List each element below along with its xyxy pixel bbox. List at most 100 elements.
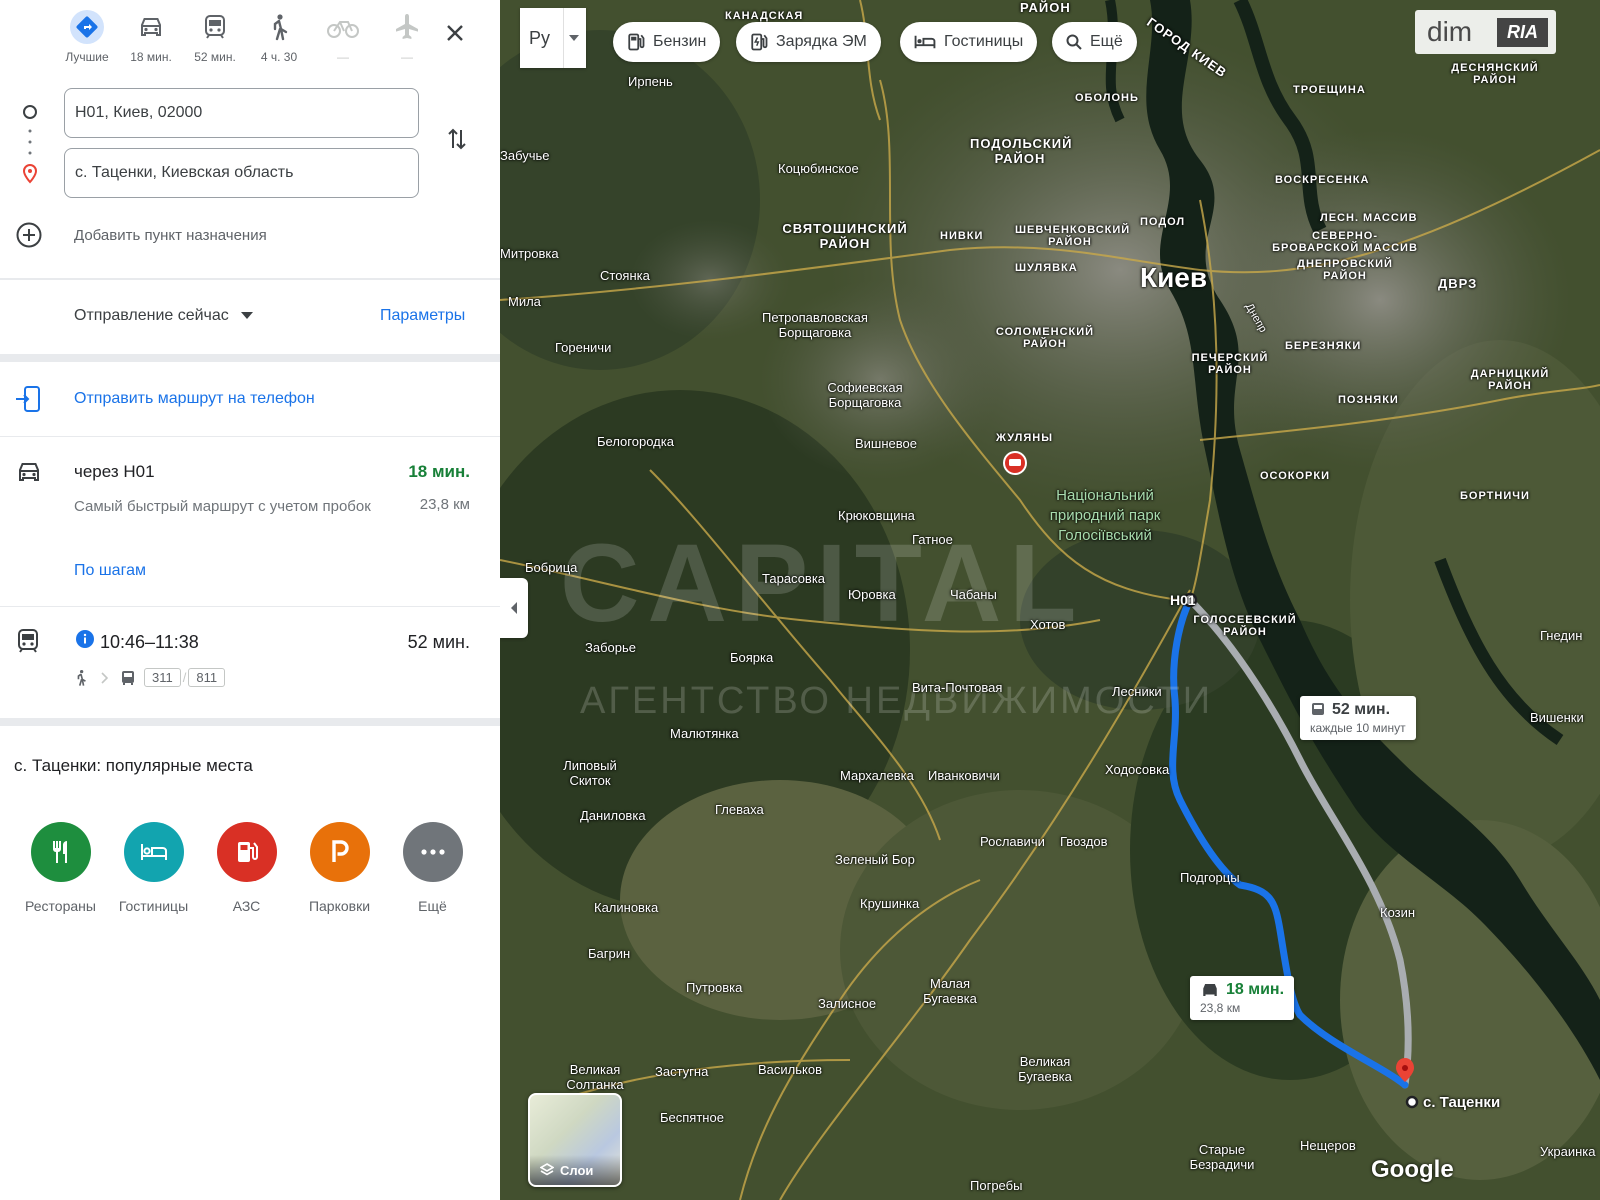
category-restaurants[interactable]: Рестораны [14,822,107,914]
chip-gas[interactable]: Бензин [613,22,721,62]
transit-route-duration: 52 мин. [407,632,470,652]
map-label: ОБОЛОНЬ [1075,92,1139,104]
chip-hotels[interactable]: Гостиницы [900,22,1038,62]
add-circle-icon [16,222,42,248]
chip-label: Бензин [653,33,707,50]
category-label: Парковки [308,898,371,914]
mode-best[interactable]: Лучшие [55,10,119,72]
layers-button[interactable]: Слои [528,1093,622,1187]
transit-route-callout[interactable]: 52 мин. каждые 10 минут [1300,696,1416,740]
map-label: Багрин [588,946,631,961]
map-label: Коцюбинское [778,161,859,176]
map-label: Крушинка [860,896,920,911]
chip-more[interactable]: Ещё [1052,22,1137,62]
transit-route-steps: 311 / 811 [74,668,226,687]
map-label: Мархалевка [840,768,914,783]
map-label: Ходосовка [1105,762,1170,777]
map-label: Беспятное [660,1110,724,1125]
divider [0,278,500,280]
map-label: РАЙОН [1020,0,1071,15]
map-label: Липовый Скиток [563,758,617,788]
map-label: Гнедин [1540,628,1583,643]
step-by-step-link[interactable]: По шагам [74,562,146,580]
walk-icon [77,669,86,686]
divider [0,436,500,437]
map-label: ГОЛОСЕЕВСКИЙ РАЙОН [1193,614,1297,638]
layers-label: Слои [560,1162,594,1178]
close-button[interactable] [440,18,470,48]
swap-button[interactable] [442,124,472,154]
send-to-phone-label: Отправить маршрут на телефон [74,390,315,407]
map-label: Тарасовка [762,571,826,586]
mode-car[interactable]: 18 мин. [119,10,183,72]
mode-walk[interactable]: 4 ч. 30 [247,10,311,72]
destination-map-label: с. Таценки [1423,1094,1501,1111]
car-route-option[interactable]: через Н01 18 мин. Самый быстрый маршрут … [0,438,500,606]
add-destination-label: Добавить пункт назначения [74,226,267,244]
map-label: Митровка [500,246,559,261]
add-destination-button[interactable]: Добавить пункт назначения [14,220,267,250]
category-hotels[interactable]: Гостиницы [107,822,200,914]
info-icon[interactable] [76,630,94,653]
map-label: Вишенки [1530,710,1584,725]
mode-bike[interactable]: — [311,10,375,72]
bus-icon [1312,703,1324,715]
map-label: ТРОЕЩИНА [1293,84,1366,96]
map-label: Великая Солтанка [566,1062,624,1092]
map-label: Залисное [818,996,877,1011]
map-label: Лесники [1112,684,1162,699]
ev-charging-icon [751,33,768,51]
map-label: СОЛОМЕНСКИЙ РАЙОН [995,326,1095,350]
category-parking[interactable]: Парковки [293,822,386,914]
map-label: Белогородка [597,434,674,449]
route-dots-icon [20,126,40,158]
layers-label-row: Слои [530,1155,620,1185]
close-icon [447,25,463,41]
transit-route-time-range: 10:46–11:38 [100,632,199,652]
mode-flight-label: — [401,50,413,64]
bike-icon [326,10,360,44]
gas-station-icon [216,822,277,882]
mode-flight[interactable]: — [375,10,439,72]
car-route-callout[interactable]: 18 мин. 23,8 км [1190,976,1295,1020]
map-label: Козин [1380,905,1416,920]
chip-ev-charging[interactable]: Зарядка ЭМ [736,22,881,62]
depart-label: Отправление сейчас [74,307,229,324]
divider [0,606,500,607]
logo-dim-text: dim [1427,16,1473,47]
map-label: Погребы [970,1178,1023,1193]
category-label: Рестораны [25,898,96,914]
language-selector[interactable]: Ру [520,8,586,68]
send-to-phone-button[interactable]: Отправить маршрут на телефон [14,384,315,414]
park-label: Національний природний парк Голосіївськи… [1049,487,1161,544]
map-label: Застугна [655,1064,709,1079]
train-icon [16,628,40,659]
chip-label: Зарядка ЭМ [776,33,867,50]
category-label: Гостиницы [118,898,189,914]
category-gas-stations[interactable]: АЗС [200,822,293,914]
options-link[interactable]: Параметры [380,307,465,325]
map-label: Бобрица [525,560,578,575]
popular-places-title: с. Таценки: популярные места [14,756,253,775]
origin-input[interactable]: Н01, Киев, 02000 [64,88,419,138]
map-label: СЕВЕРНО-БРОВАРСКОЙ МАССИВ [1272,230,1418,254]
car-callout-time: 18 мин. [1226,981,1285,998]
destination-input[interactable]: с. Таценки, Киевская область [64,148,419,198]
car-route-distance: 23,8 км [419,496,470,513]
mode-transit[interactable]: 52 мин. [183,10,247,72]
transit-route-option[interactable]: 10:46–11:38 52 мин. 311 / 811 [0,608,500,718]
map-label: ЛЕСН. МАССИВ [1320,212,1418,224]
dim-ria-logo: dim RIA [1415,10,1556,54]
walk-icon [262,10,296,44]
map-label: Малая Бугаевка [923,976,977,1006]
depart-time-dropdown[interactable]: Отправление сейчас [74,307,253,325]
category-more[interactable]: Ещё [386,822,479,914]
map-label: Юровка [848,587,896,602]
map-label: БОРТНИЧИ [1460,490,1530,502]
map-view[interactable]: CAPITAL АГЕНТСТВО НЕДВИЖИМОСТИ РАЙОН КАН… [500,0,1600,1200]
transit-callout-time-row: 52 мин. [1310,701,1406,719]
transit-callout-frequency: каждые 10 минут [1310,721,1406,735]
map-label: Вита-Почтовая [912,680,1003,695]
chip-label: Гостиницы [944,33,1024,50]
collapse-panel-button[interactable] [500,578,528,638]
